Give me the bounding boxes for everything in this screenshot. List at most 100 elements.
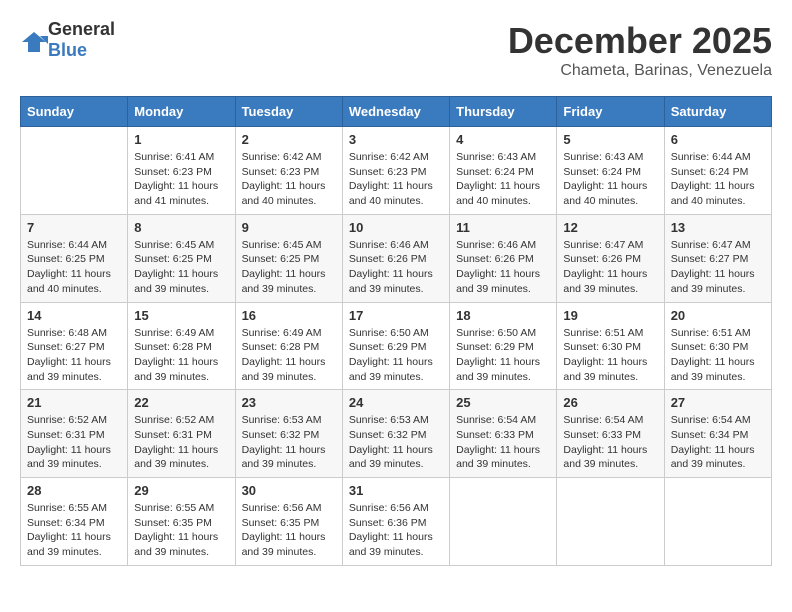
day-number: 14 [27,308,121,323]
calendar-cell: 14 Sunrise: 6:48 AMSunset: 6:27 PMDayligh… [21,302,128,390]
header-saturday: Saturday [664,97,771,127]
day-info: Sunrise: 6:45 AMSunset: 6:25 PMDaylight:… [134,238,228,297]
day-info: Sunrise: 6:42 AMSunset: 6:23 PMDaylight:… [242,150,336,209]
day-info: Sunrise: 6:49 AMSunset: 6:28 PMDaylight:… [242,326,336,385]
day-info: Sunrise: 6:44 AMSunset: 6:24 PMDaylight:… [671,150,765,209]
day-number: 16 [242,308,336,323]
day-number: 29 [134,483,228,498]
day-info: Sunrise: 6:53 AMSunset: 6:32 PMDaylight:… [242,413,336,472]
day-number: 27 [671,395,765,410]
day-number: 31 [349,483,443,498]
day-number: 23 [242,395,336,410]
day-info: Sunrise: 6:41 AMSunset: 6:23 PMDaylight:… [134,150,228,209]
calendar-week-4: 21 Sunrise: 6:52 AMSunset: 6:31 PMDayligh… [21,390,772,478]
calendar-cell: 24Sunrise: 6:53 AMSunset: 6:32 PMDayligh… [342,390,449,478]
day-info: Sunrise: 6:42 AMSunset: 6:23 PMDaylight:… [349,150,443,209]
calendar-cell: 6 Sunrise: 6:44 AMSunset: 6:24 PMDaylight… [664,127,771,215]
calendar-cell: 17 Sunrise: 6:50 AMSunset: 6:29 PMDayligh… [342,302,449,390]
day-number: 22 [134,395,228,410]
calendar-cell: 26 Sunrise: 6:54 AMSunset: 6:33 PMDayligh… [557,390,664,478]
header-sunday: Sunday [21,97,128,127]
logo-blue: Blue [48,40,87,60]
logo: General Blue [20,20,115,61]
header-wednesday: Wednesday [342,97,449,127]
calendar-cell: 10Sunrise: 6:46 AMSunset: 6:26 PMDayligh… [342,214,449,302]
calendar-cell [450,478,557,566]
calendar-cell: 30 Sunrise: 6:56 AMSunset: 6:35 PMDayligh… [235,478,342,566]
day-number: 21 [27,395,121,410]
day-info: Sunrise: 6:52 AMSunset: 6:31 PMDaylight:… [27,413,121,472]
day-number: 25 [456,395,550,410]
calendar-cell: 11 Sunrise: 6:46 AMSunset: 6:26 PMDayligh… [450,214,557,302]
calendar-cell: 21 Sunrise: 6:52 AMSunset: 6:31 PMDayligh… [21,390,128,478]
calendar-cell: 16 Sunrise: 6:49 AMSunset: 6:28 PMDayligh… [235,302,342,390]
calendar-cell: 28Sunrise: 6:55 AMSunset: 6:34 PMDayligh… [21,478,128,566]
calendar-week-2: 7Sunrise: 6:44 AMSunset: 6:25 PMDaylight… [21,214,772,302]
calendar-cell: 3 Sunrise: 6:42 AMSunset: 6:23 PMDaylight… [342,127,449,215]
calendar-cell: 13Sunrise: 6:47 AMSunset: 6:27 PMDayligh… [664,214,771,302]
day-info: Sunrise: 6:54 AMSunset: 6:34 PMDaylight:… [671,413,765,472]
title-block: December 2025 Chameta, Barinas, Venezuel… [508,20,772,80]
day-number: 13 [671,220,765,235]
day-info: Sunrise: 6:52 AMSunset: 6:31 PMDaylight:… [134,413,228,472]
day-number: 11 [456,220,550,235]
calendar-cell: 7Sunrise: 6:44 AMSunset: 6:25 PMDaylight… [21,214,128,302]
day-number: 26 [563,395,657,410]
day-info: Sunrise: 6:48 AMSunset: 6:27 PMDaylight:… [27,326,121,385]
calendar-header-row: SundayMondayTuesdayWednesdayThursdayFrid… [21,97,772,127]
calendar-cell: 8 Sunrise: 6:45 AMSunset: 6:25 PMDaylight… [128,214,235,302]
header-monday: Monday [128,97,235,127]
day-info: Sunrise: 6:50 AMSunset: 6:29 PMDaylight:… [456,326,550,385]
calendar-week-5: 28Sunrise: 6:55 AMSunset: 6:34 PMDayligh… [21,478,772,566]
day-info: Sunrise: 6:46 AMSunset: 6:26 PMDaylight:… [456,238,550,297]
calendar-cell: 20Sunrise: 6:51 AMSunset: 6:30 PMDayligh… [664,302,771,390]
day-number: 20 [671,308,765,323]
calendar-cell: 25 Sunrise: 6:54 AMSunset: 6:33 PMDayligh… [450,390,557,478]
calendar-cell: 27 Sunrise: 6:54 AMSunset: 6:34 PMDayligh… [664,390,771,478]
day-number: 28 [27,483,121,498]
calendar-cell [21,127,128,215]
page-header: General Blue December 2025 Chameta, Bari… [20,20,772,80]
day-info: Sunrise: 6:47 AMSunset: 6:26 PMDaylight:… [563,238,657,297]
day-number: 15 [134,308,228,323]
day-number: 18 [456,308,550,323]
day-number: 7 [27,220,121,235]
day-info: Sunrise: 6:43 AMSunset: 6:24 PMDaylight:… [456,150,550,209]
calendar-cell: 31Sunrise: 6:56 AMSunset: 6:36 PMDayligh… [342,478,449,566]
day-number: 3 [349,132,443,147]
day-info: Sunrise: 6:43 AMSunset: 6:24 PMDaylight:… [563,150,657,209]
calendar-cell: 12 Sunrise: 6:47 AMSunset: 6:26 PMDayligh… [557,214,664,302]
day-number: 12 [563,220,657,235]
calendar-cell: 2 Sunrise: 6:42 AMSunset: 6:23 PMDaylight… [235,127,342,215]
day-number: 9 [242,220,336,235]
calendar-cell: 22 Sunrise: 6:52 AMSunset: 6:31 PMDayligh… [128,390,235,478]
day-number: 17 [349,308,443,323]
calendar-cell: 9 Sunrise: 6:45 AMSunset: 6:25 PMDaylight… [235,214,342,302]
header-tuesday: Tuesday [235,97,342,127]
day-number: 8 [134,220,228,235]
day-number: 10 [349,220,443,235]
header-friday: Friday [557,97,664,127]
day-info: Sunrise: 6:45 AMSunset: 6:25 PMDaylight:… [242,238,336,297]
header-thursday: Thursday [450,97,557,127]
day-number: 6 [671,132,765,147]
day-number: 19 [563,308,657,323]
day-info: Sunrise: 6:56 AMSunset: 6:35 PMDaylight:… [242,501,336,560]
calendar-cell: 19 Sunrise: 6:51 AMSunset: 6:30 PMDayligh… [557,302,664,390]
calendar-cell: 4 Sunrise: 6:43 AMSunset: 6:24 PMDaylight… [450,127,557,215]
day-number: 2 [242,132,336,147]
day-info: Sunrise: 6:51 AMSunset: 6:30 PMDaylight:… [563,326,657,385]
calendar-cell: 1Sunrise: 6:41 AMSunset: 6:23 PMDaylight… [128,127,235,215]
calendar-cell [664,478,771,566]
day-number: 30 [242,483,336,498]
location: Chameta, Barinas, Venezuela [508,62,772,80]
month-title: December 2025 [508,20,772,62]
calendar-week-1: 1Sunrise: 6:41 AMSunset: 6:23 PMDaylight… [21,127,772,215]
day-info: Sunrise: 6:54 AMSunset: 6:33 PMDaylight:… [456,413,550,472]
calendar-cell: 23 Sunrise: 6:53 AMSunset: 6:32 PMDayligh… [235,390,342,478]
calendar-cell: 29 Sunrise: 6:55 AMSunset: 6:35 PMDayligh… [128,478,235,566]
day-number: 4 [456,132,550,147]
day-info: Sunrise: 6:55 AMSunset: 6:35 PMDaylight:… [134,501,228,560]
day-info: Sunrise: 6:50 AMSunset: 6:29 PMDaylight:… [349,326,443,385]
day-info: Sunrise: 6:54 AMSunset: 6:33 PMDaylight:… [563,413,657,472]
